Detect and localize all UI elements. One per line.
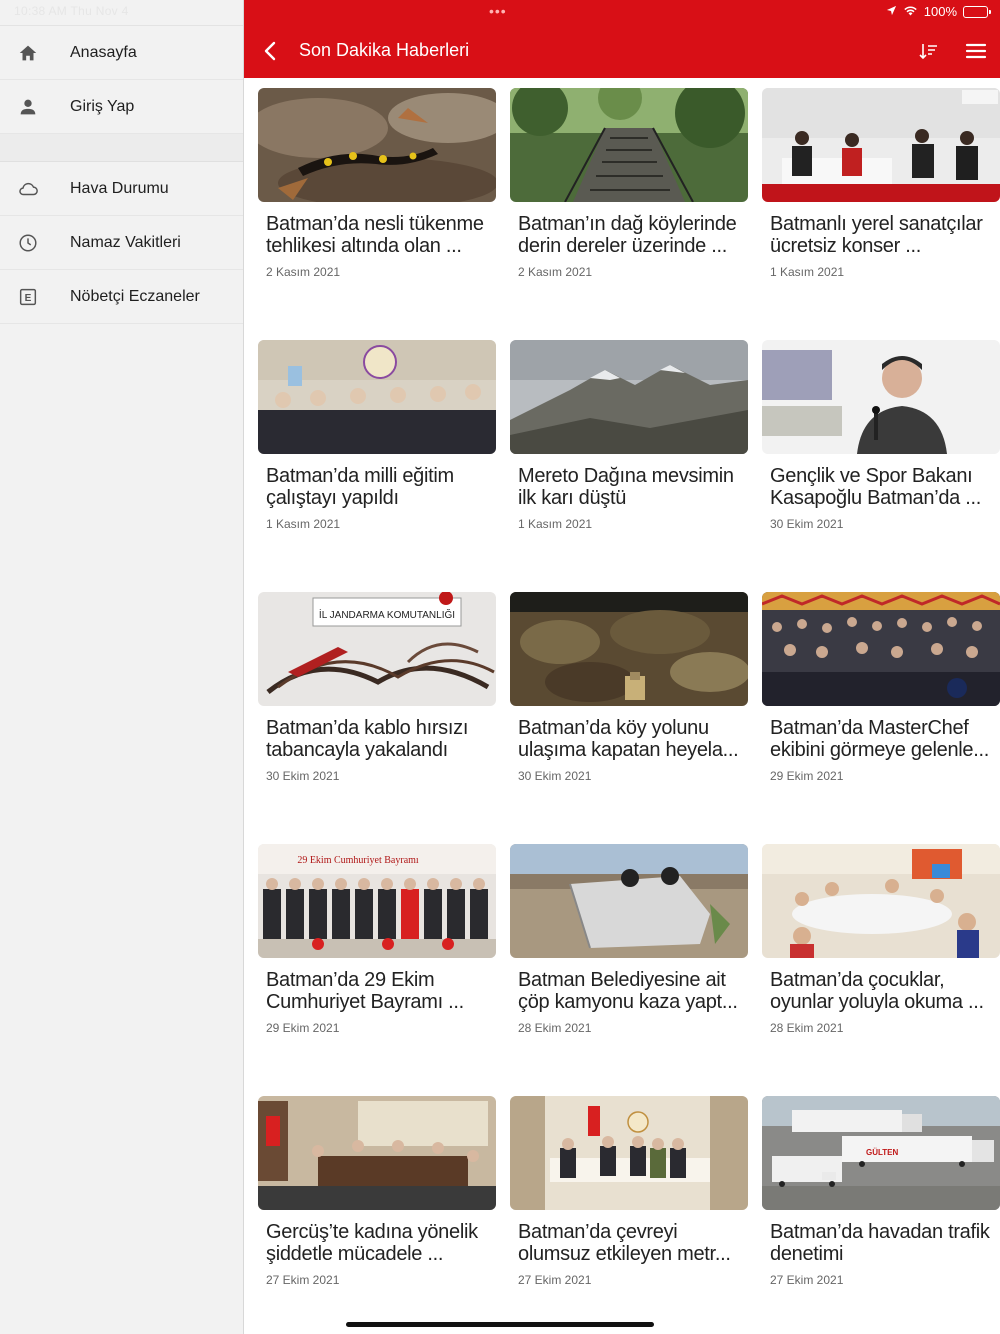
hamburger-icon bbox=[965, 43, 987, 59]
news-card[interactable]: Gençlik ve Spor Bakanı Kasapoğlu Batman’… bbox=[762, 340, 1000, 580]
news-card[interactable]: Batman Belediyesine ait çöp kamyonu kaza… bbox=[510, 844, 748, 1084]
office-meeting-photo bbox=[258, 1096, 496, 1210]
artists-photo bbox=[762, 88, 1000, 202]
status-bar: 10:38 AM Thu Nov 4 ••• 100% bbox=[0, 0, 1000, 24]
clock-icon bbox=[0, 232, 70, 254]
main-panel: Son Dakika Haberleri Batman’da nesli tük… bbox=[244, 0, 1000, 1334]
education-meeting-photo bbox=[258, 340, 496, 454]
landslide-photo bbox=[510, 592, 748, 706]
sidebar-item-label: Namaz Vakitleri bbox=[70, 233, 181, 251]
news-card[interactable]: Gercüş’te kadına yönelik şiddetle mücade… bbox=[258, 1096, 496, 1334]
svg-text:E: E bbox=[25, 293, 32, 304]
news-title: Batman’da kablo hırsızı tabancayla yakal… bbox=[266, 717, 469, 761]
news-date: 28 Ekim 2021 bbox=[770, 1021, 844, 1035]
news-date: 27 Ekim 2021 bbox=[518, 1273, 592, 1287]
classroom-photo bbox=[762, 844, 1000, 958]
news-title: Batman Belediyesine ait çöp kamyonu kaza… bbox=[518, 969, 738, 1013]
news-card[interactable]: 29 Ekim Cumhuriyet Bayramı Batman’da 29 … bbox=[258, 844, 496, 1084]
news-date: 30 Ekim 2021 bbox=[770, 517, 844, 531]
sidebar-item-nobetci-eczaneler[interactable]: E Nöbetçi Eczaneler bbox=[0, 270, 243, 324]
news-date: 27 Ekim 2021 bbox=[770, 1273, 844, 1287]
news-title: Gençlik ve Spor Bakanı Kasapoğlu Batman’… bbox=[770, 465, 982, 509]
news-date: 29 Ekim 2021 bbox=[770, 769, 844, 783]
sidebar-item-anasayfa[interactable]: Anasayfa bbox=[0, 26, 243, 80]
news-date: 2 Kasım 2021 bbox=[266, 265, 341, 279]
status-right: 100% bbox=[886, 4, 991, 19]
sidebar-item-label: Giriş Yap bbox=[70, 97, 135, 115]
photo-truck-text: GÜLTEN bbox=[866, 1148, 899, 1157]
news-title: Batman’ın dağ köylerinde derin dereler ü… bbox=[518, 213, 737, 257]
sidebar-divider bbox=[0, 134, 243, 162]
news-date: 1 Kasım 2021 bbox=[518, 517, 593, 531]
sidebar-item-label: Nöbetçi Eczaneler bbox=[70, 287, 200, 305]
news-title: Batman’da 29 Ekim Cumhuriyet Bayramı ... bbox=[266, 969, 464, 1013]
pharmacy-icon: E bbox=[0, 286, 70, 308]
officials-meeting-photo bbox=[510, 1096, 748, 1210]
news-card[interactable]: Batman’da köy yolunu ulaşıma kapatan hey… bbox=[510, 592, 748, 832]
news-card[interactable]: Batman’da milli eğitim çalıştayı yapıldı… bbox=[258, 340, 496, 580]
sidebar-item-label: Anasayfa bbox=[70, 43, 137, 61]
ceremony-photo: 29 Ekim Cumhuriyet Bayramı bbox=[258, 844, 496, 958]
home-icon bbox=[0, 42, 70, 64]
news-date: 30 Ekim 2021 bbox=[518, 769, 592, 783]
news-card[interactable]: GÜLTEN Batman’da havadan trafik denetimi… bbox=[762, 1096, 1000, 1334]
news-card[interactable]: Mereto Dağına mevsimin ilk karı düştü 1 … bbox=[510, 340, 748, 580]
snowy-mountain-photo bbox=[510, 340, 748, 454]
news-title: Batmanlı yerel sanatçılar ücretsiz konse… bbox=[770, 213, 983, 257]
status-time-date: 10:38 AM Thu Nov 4 bbox=[14, 4, 129, 18]
news-card[interactable]: Batman’da çevreyi olumsuz etkileyen metr… bbox=[510, 1096, 748, 1334]
battery-percent: 100% bbox=[923, 4, 957, 19]
news-date: 1 Kasım 2021 bbox=[770, 265, 845, 279]
news-date: 28 Ekim 2021 bbox=[518, 1021, 592, 1035]
battery-icon bbox=[963, 5, 991, 18]
news-title: Gercüş’te kadına yönelik şiddetle mücade… bbox=[266, 1221, 478, 1265]
multitasking-dots[interactable]: ••• bbox=[489, 4, 507, 18]
sidebar-item-giris-yap[interactable]: Giriş Yap bbox=[0, 80, 243, 134]
news-title: Batman’da havadan trafik denetimi bbox=[770, 1221, 990, 1265]
news-title: Batman’da nesli tükenme tehlikesi altınd… bbox=[266, 213, 484, 257]
home-indicator[interactable] bbox=[346, 1322, 654, 1327]
news-date: 29 Ekim 2021 bbox=[266, 1021, 340, 1035]
menu-button[interactable] bbox=[964, 40, 988, 62]
sidebar-item-label: Hava Durumu bbox=[70, 179, 169, 197]
news-card[interactable]: Batmanlı yerel sanatçılar ücretsiz konse… bbox=[762, 88, 1000, 328]
chevron-left-icon bbox=[264, 41, 276, 61]
news-card[interactable]: Batman’da MasterChef ekibini görmeye gel… bbox=[762, 592, 1000, 832]
news-card[interactable]: Batman’ın dağ köylerinde derin dereler ü… bbox=[510, 88, 748, 328]
bridge-photo bbox=[510, 88, 748, 202]
photo-banner-text: 29 Ekim Cumhuriyet Bayramı bbox=[297, 855, 419, 866]
sort-button[interactable] bbox=[918, 40, 940, 62]
salamander-photo bbox=[258, 88, 496, 202]
news-title: Batman’da MasterChef ekibini görmeye gel… bbox=[770, 717, 989, 761]
news-card[interactable]: Batman’da nesli tükenme tehlikesi altınd… bbox=[258, 88, 496, 328]
news-title: Mereto Dağına mevsimin ilk karı düştü bbox=[518, 465, 734, 509]
news-date: 27 Ekim 2021 bbox=[266, 1273, 340, 1287]
minister-speech-photo bbox=[762, 340, 1000, 454]
back-button[interactable] bbox=[258, 38, 282, 64]
overturned-truck-photo bbox=[510, 844, 748, 958]
sidebar-item-namaz-vakitleri[interactable]: Namaz Vakitleri bbox=[0, 216, 243, 270]
news-title: Batman’da çocuklar, oyunlar yoluyla okum… bbox=[770, 969, 984, 1013]
news-date: 30 Ekim 2021 bbox=[266, 769, 340, 783]
cloud-icon bbox=[0, 178, 70, 200]
page-title: Son Dakika Haberleri bbox=[299, 40, 470, 60]
news-list: Batman’da nesli tükenme tehlikesi altınd… bbox=[244, 78, 1000, 1334]
news-card[interactable]: İL JANDARMA KOMUTANLIĞI Batman’da kablo … bbox=[258, 592, 496, 832]
person-icon bbox=[0, 96, 70, 118]
location-icon bbox=[886, 4, 897, 19]
news-date: 1 Kasım 2021 bbox=[266, 517, 341, 531]
trucks-highway-photo: GÜLTEN bbox=[762, 1096, 1000, 1210]
news-date: 2 Kasım 2021 bbox=[518, 265, 593, 279]
sort-icon bbox=[919, 44, 937, 60]
wifi-icon bbox=[903, 4, 918, 19]
crowd-photo bbox=[762, 592, 1000, 706]
sidebar: Anasayfa Giriş Yap Hava Durumu Namaz Vak… bbox=[0, 0, 244, 1334]
news-title: Batman’da çevreyi olumsuz etkileyen metr… bbox=[518, 1221, 731, 1265]
sidebar-item-hava-durumu[interactable]: Hava Durumu bbox=[0, 162, 243, 216]
news-card[interactable]: Batman’da çocuklar, oyunlar yoluyla okum… bbox=[762, 844, 1000, 1084]
photo-sign-text: İL JANDARMA KOMUTANLIĞI bbox=[319, 608, 455, 621]
news-title: Batman’da köy yolunu ulaşıma kapatan hey… bbox=[518, 717, 739, 761]
seized-cables-photo: İL JANDARMA KOMUTANLIĞI bbox=[258, 592, 496, 706]
news-title: Batman’da milli eğitim çalıştayı yapıldı bbox=[266, 465, 454, 509]
